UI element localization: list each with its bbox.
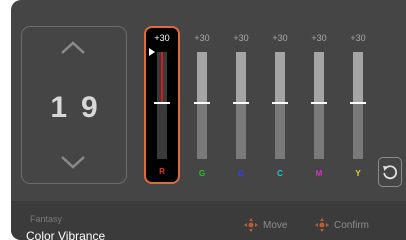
value-adjuster[interactable]: 19: [21, 26, 127, 184]
slider-fill-upper: [314, 52, 324, 102]
slider-c[interactable]: +30 C: [262, 26, 298, 184]
slider-value: +30: [154, 33, 170, 43]
slider-value: +30: [350, 33, 366, 43]
slider-letter: M: [315, 169, 323, 178]
slider-indicator: [161, 52, 163, 102]
slider-fill-upper: [353, 52, 363, 102]
slider-handle[interactable]: [350, 102, 366, 104]
slider-handle[interactable]: [154, 102, 170, 104]
slider-track[interactable]: [311, 52, 327, 159]
slider-g[interactable]: +30 G: [184, 26, 220, 184]
slider-y[interactable]: +30 Y: [340, 26, 376, 184]
adjust-value: 19: [50, 91, 112, 124]
slider-track[interactable]: [272, 52, 288, 159]
slider-letter: C: [277, 169, 283, 178]
slider-letter: G: [198, 169, 206, 178]
slider-letter: B: [238, 169, 244, 178]
move-hint: Move: [244, 218, 288, 232]
slider-value: +30: [272, 33, 288, 43]
slider-m[interactable]: +30 M: [301, 26, 337, 184]
chevron-up-icon[interactable]: [58, 38, 88, 58]
preset-name: Fantasy: [30, 214, 63, 224]
slider-handle[interactable]: [233, 102, 249, 104]
slider-fill-upper: [236, 52, 246, 102]
slider-fill-upper: [275, 52, 285, 102]
slider-handle[interactable]: [311, 102, 327, 104]
dpad-icon: [244, 218, 258, 232]
osd-panel: 19 +30 R +30 G +30 B +30 C +30 M +30 Y F…: [11, 0, 406, 240]
slider-handle[interactable]: [194, 102, 210, 104]
dpad-icon: [315, 218, 329, 232]
slider-handle[interactable]: [272, 102, 288, 104]
move-label: Move: [263, 220, 288, 231]
confirm-label: Confirm: [334, 220, 370, 231]
pointer-triangle-icon: [149, 48, 155, 56]
confirm-hint: Confirm: [315, 218, 370, 232]
slider-letter: R: [159, 167, 165, 176]
page-title: Color Vibrance: [26, 229, 106, 240]
slider-value: +30: [233, 33, 249, 43]
slider-r[interactable]: +30 R: [144, 26, 180, 184]
reset-button[interactable]: [378, 157, 402, 187]
slider-value: +30: [194, 33, 210, 43]
reset-icon: [383, 165, 398, 180]
slider-track[interactable]: [194, 52, 210, 159]
slider-fill-upper: [197, 52, 207, 102]
slider-value: +30: [311, 33, 327, 43]
chevron-down-icon[interactable]: [58, 152, 88, 172]
slider-track[interactable]: [154, 52, 170, 159]
slider-b[interactable]: +30 B: [223, 26, 259, 184]
slider-track[interactable]: [350, 52, 366, 159]
footer-bar: Fantasy Color Vibrance Move Confirm: [11, 201, 406, 240]
slider-letter: Y: [355, 169, 361, 178]
slider-track[interactable]: [233, 52, 249, 159]
